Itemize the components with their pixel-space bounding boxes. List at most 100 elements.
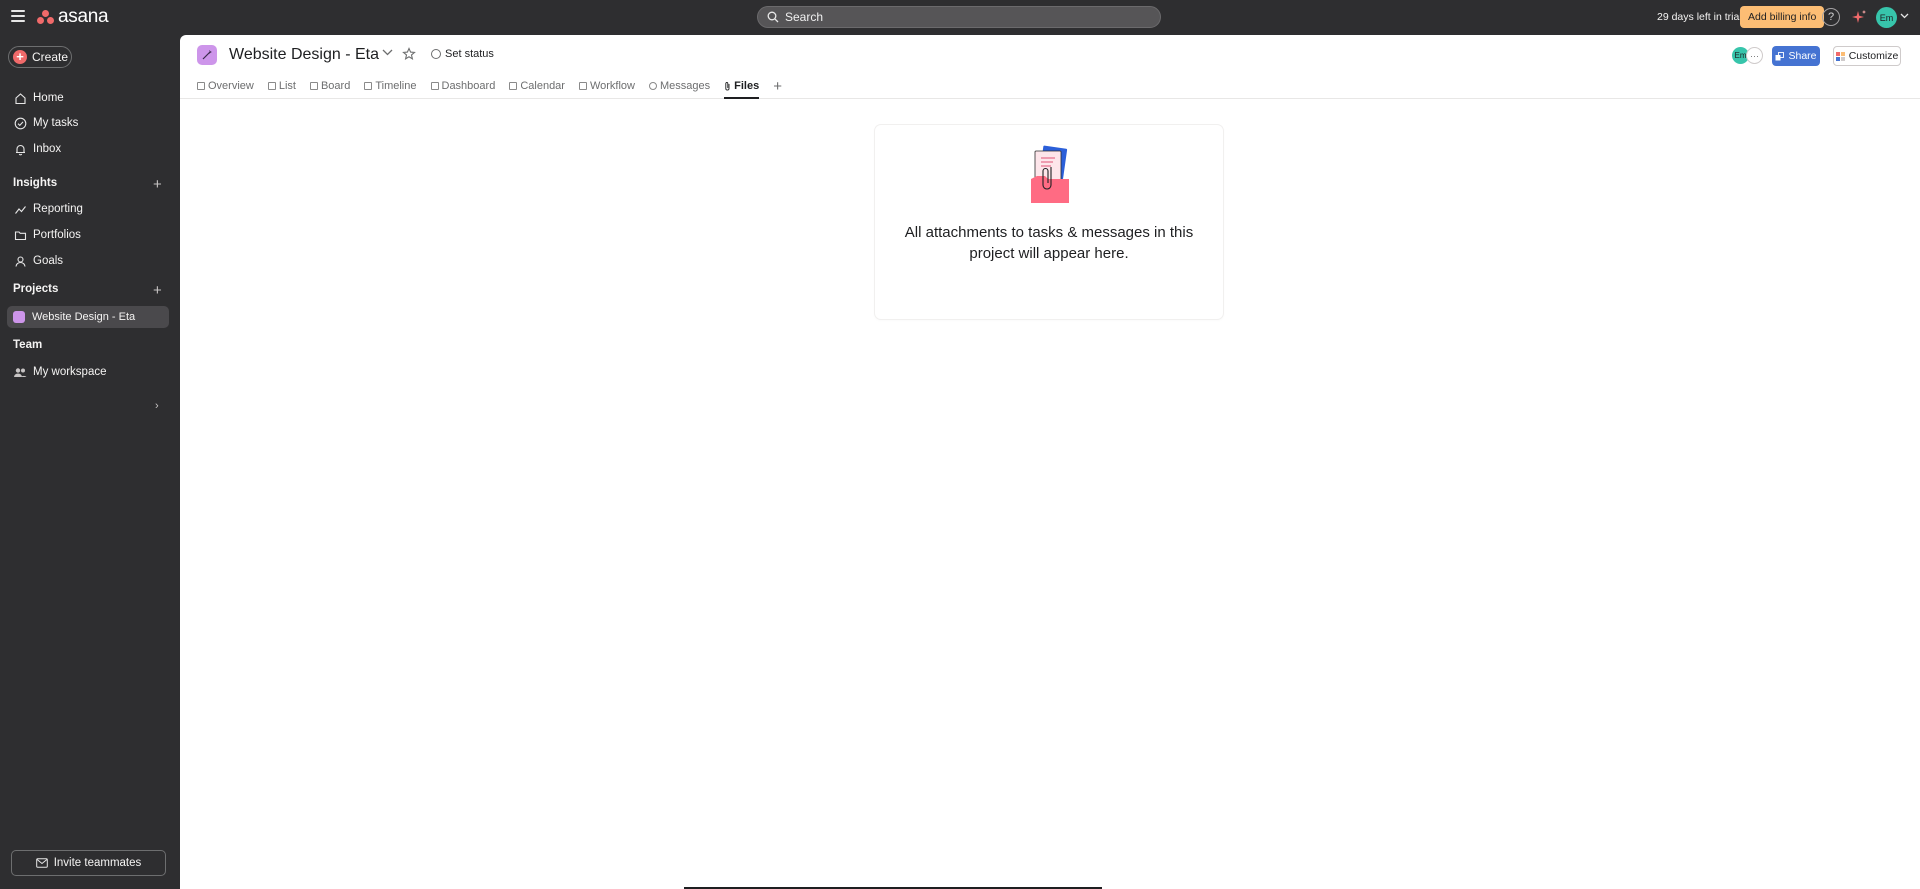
sidebar-item-my-tasks[interactable]: My tasks [0, 112, 170, 134]
empty-state-message: All attachments to tasks & messages in t… [904, 224, 1194, 262]
set-status-label: Set status [445, 48, 494, 60]
asana-wordmark: asana [58, 6, 109, 27]
mail-icon [35, 858, 48, 868]
add-billing-info-button[interactable]: Add billing info [1740, 6, 1825, 28]
ai-sparkle-icon[interactable] [1850, 8, 1868, 26]
paperclip-icon [725, 82, 730, 91]
workflow-icon [578, 82, 587, 90]
tab-dashboard[interactable]: Dashboard [430, 73, 496, 99]
tab-files[interactable]: Files [724, 73, 760, 99]
sidebar-item-website-design-eta[interactable]: Website Design - Eta [7, 306, 169, 328]
sidebar-item-label: Website Design - Eta [32, 311, 136, 323]
tab-overview[interactable]: Overview [197, 73, 254, 99]
tab-calendar[interactable]: Calendar [509, 73, 565, 99]
tab-messages[interactable]: Messages [649, 73, 710, 99]
sidebar-item-label: My tasks [33, 117, 79, 129]
more-members-icon[interactable]: ··· [1746, 47, 1763, 64]
plus-icon: + [13, 50, 27, 64]
check-circle-icon [13, 116, 27, 130]
sidebar-item-portfolios[interactable]: Portfolios [0, 224, 170, 246]
share-label: Share [1788, 50, 1817, 62]
project-header: Website Design - Eta Set status Overview… [180, 35, 1920, 99]
customize-label: Customize [1848, 50, 1899, 62]
sidebar-item-reporting[interactable]: Reporting [0, 198, 170, 220]
customize-button[interactable]: Customize [1833, 46, 1901, 66]
tab-label: Board [320, 80, 351, 92]
insights-header[interactable]: Insights [13, 177, 57, 189]
project-color-square [13, 311, 25, 323]
board-icon [309, 82, 318, 90]
create-label: Create [32, 50, 69, 64]
sidebar-item-label: Portfolios [33, 229, 81, 241]
chevron-down-icon[interactable] [1900, 13, 1909, 19]
calendar-icon [509, 82, 518, 90]
add-insight-plus-icon[interactable]: + [153, 177, 162, 192]
tab-board[interactable]: Board [309, 73, 351, 99]
person-icon [13, 254, 27, 268]
overview-icon [197, 82, 205, 90]
project-tabs: Overview List Board Timeline Dashboard C… [197, 73, 782, 99]
add-project-plus-icon[interactable]: + [153, 283, 162, 298]
message-icon [649, 82, 657, 90]
wand-icon [202, 50, 212, 60]
tab-label: Overview [208, 80, 254, 92]
tab-label: Timeline [375, 80, 417, 92]
chevron-right-icon[interactable]: › [155, 400, 159, 412]
search-icon [767, 11, 779, 23]
trial-days-text: 29 days left in trial [1657, 11, 1742, 23]
status-circle-icon [431, 49, 441, 59]
tab-label: Calendar [520, 80, 565, 92]
project-title[interactable]: Website Design - Eta [229, 46, 379, 64]
tab-timeline[interactable]: Timeline [364, 73, 417, 99]
tab-workflow[interactable]: Workflow [578, 73, 635, 99]
share-button[interactable]: Share [1772, 46, 1820, 66]
project-icon[interactable] [197, 45, 217, 65]
timeline-icon [364, 82, 373, 90]
team-header[interactable]: Team [13, 339, 42, 351]
tab-label: Workflow [589, 80, 635, 92]
customize-grid-icon [1835, 51, 1845, 61]
tab-list[interactable]: List [267, 73, 296, 99]
add-tab-plus-icon[interactable]: + [773, 73, 782, 99]
sidebar-item-label: Reporting [33, 203, 83, 215]
sidebar-item-label: Home [33, 92, 64, 104]
files-empty-state: All attachments to tasks & messages in t… [875, 125, 1223, 319]
sidebar-item-home[interactable]: Home [0, 87, 170, 109]
hamburger-menu-icon[interactable] [11, 10, 25, 22]
tab-label: List [278, 80, 296, 92]
tab-label: Dashboard [441, 80, 496, 92]
folder-icon [13, 228, 27, 242]
star-icon[interactable] [402, 47, 416, 61]
chevron-down-icon[interactable] [382, 49, 393, 56]
invite-label: Invite teammates [53, 857, 142, 869]
sidebar-item-label: Goals [33, 255, 64, 267]
sidebar-item-label: My workspace [33, 366, 107, 378]
set-status-button[interactable]: Set status [431, 48, 494, 60]
search-input[interactable]: Search [757, 6, 1161, 28]
share-people-icon [1775, 51, 1785, 60]
search-placeholder: Search [785, 10, 824, 24]
sidebar: + Create Home My tasks Inbox Insights + … [0, 35, 180, 889]
sidebar-item-inbox[interactable]: Inbox [0, 138, 170, 160]
top-bar: asana Search 29 days left in trial Add b… [0, 0, 1920, 35]
tab-label: Messages [660, 80, 711, 92]
sidebar-item-my-workspace[interactable]: My workspace [0, 361, 170, 383]
bell-icon [13, 142, 27, 156]
help-icon[interactable]: ? [1822, 8, 1840, 26]
create-button[interactable]: + Create [8, 46, 72, 68]
sidebar-item-label: Inbox [33, 143, 62, 155]
list-icon [267, 82, 276, 90]
user-avatar[interactable]: Em [1876, 7, 1897, 28]
trend-line-icon [13, 202, 27, 216]
dashboard-icon [430, 82, 439, 90]
invite-teammates-button[interactable]: Invite teammates [11, 850, 166, 876]
home-icon [13, 91, 27, 105]
projects-header[interactable]: Projects [13, 283, 58, 295]
attachment-folder-icon [1031, 145, 1069, 203]
asana-logo-icon [37, 10, 54, 24]
sidebar-item-goals[interactable]: Goals [0, 250, 170, 272]
asana-logo[interactable]: asana [37, 6, 109, 27]
tab-label: Files [734, 80, 760, 92]
main-panel: Website Design - Eta Set status Overview… [180, 35, 1920, 889]
people-icon [13, 365, 27, 379]
